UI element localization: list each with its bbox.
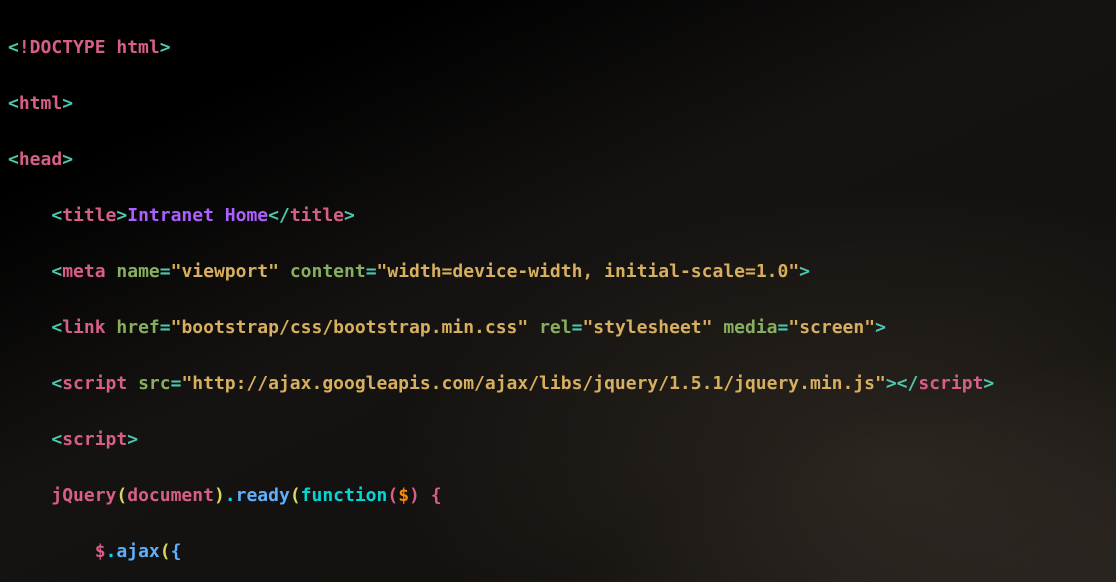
code-line: <title>Intranet Home</title>: [8, 202, 1108, 230]
code-line: <head>: [8, 146, 1108, 174]
code-line: <script>: [8, 426, 1108, 454]
code-line: <script src="http://ajax.googleapis.com/…: [8, 370, 1108, 398]
code-line: <link href="bootstrap/css/bootstrap.min.…: [8, 314, 1108, 342]
code-line: jQuery(document).ready(function($) {: [8, 482, 1108, 510]
code-editor[interactable]: <!DOCTYPE html> <html> <head> <title>Int…: [0, 0, 1116, 582]
code-line: <html>: [8, 90, 1108, 118]
code-line: <!DOCTYPE html>: [8, 34, 1108, 62]
code-line: $.ajax({: [8, 538, 1108, 566]
code-line: <meta name="viewport" content="width=dev…: [8, 258, 1108, 286]
